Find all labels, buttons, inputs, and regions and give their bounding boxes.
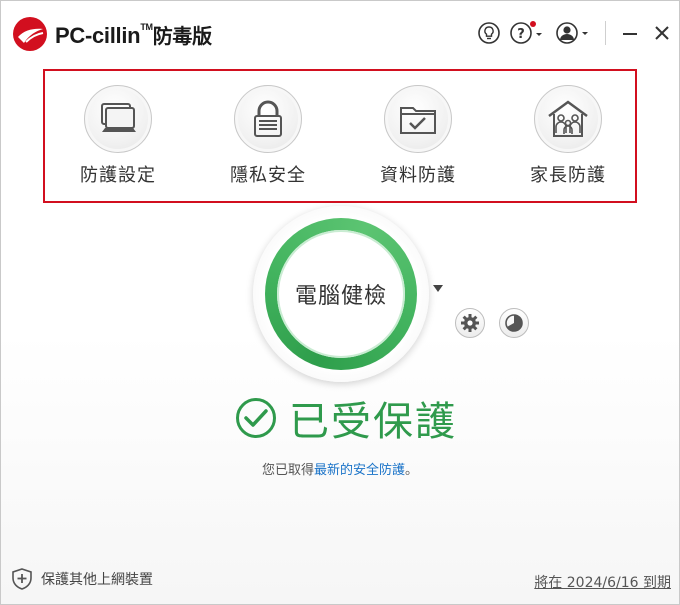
trademark-mark: TM [140, 22, 153, 32]
scan-label: 電腦健檢 [294, 284, 387, 309]
feature-label: 資料防護 [380, 165, 456, 186]
scan-options-dropdown-icon[interactable] [431, 281, 445, 295]
scan-settings-button[interactable] [455, 308, 485, 338]
feature-parental-controls[interactable]: 家長防護 [513, 85, 623, 195]
feature-protection-settings[interactable]: 防護設定 [63, 85, 173, 195]
gear-icon [461, 314, 479, 332]
folder-check-icon [400, 107, 436, 134]
minimize-icon [623, 33, 637, 35]
feature-data-protection[interactable]: 資料防護 [363, 85, 473, 195]
scan-button[interactable]: 電腦健檢 [277, 230, 405, 358]
scan-ring: 電腦健檢 [265, 218, 417, 370]
app-title: PC-cillinTM防毒版 [55, 20, 212, 49]
pie-chart-icon [505, 314, 523, 332]
help-icon: ? [510, 21, 542, 44]
titlebar-separator [605, 21, 606, 45]
status-title: 已受保護 [289, 399, 457, 445]
feature-label: 隱私安全 [230, 165, 306, 186]
lightbulb-icon [478, 22, 500, 44]
account-button[interactable] [555, 19, 593, 47]
scan-dial: 電腦健檢 [253, 206, 429, 382]
lock-icon [254, 100, 282, 137]
feature-panel: 防護設定 隱私安全 資料防護 家長防護 [43, 69, 637, 203]
help-button[interactable]: ? [509, 19, 545, 47]
protect-other-devices-label: 保護其他上網裝置 [41, 572, 153, 588]
tips-button[interactable] [477, 19, 501, 47]
app-edition: 防毒版 [152, 26, 212, 48]
subscription-expiry-link[interactable]: 將在 2024/6/16 到期 [534, 572, 671, 592]
check-circle-icon [236, 398, 276, 438]
family-house-icon [548, 100, 588, 137]
app-name-text: PC-cillin [55, 23, 141, 48]
latest-protection-link[interactable]: 最新的安全防護 [314, 463, 405, 478]
feature-privacy[interactable]: 隱私安全 [213, 85, 323, 195]
feature-icon-circle [234, 85, 302, 153]
trend-micro-logo [13, 17, 47, 51]
status-subtitle: 您已取得最新的安全防護。 [1, 459, 679, 478]
scan-report-button[interactable] [499, 308, 529, 338]
protection-status: 已受保護 [235, 393, 457, 445]
close-button[interactable] [651, 19, 673, 47]
feature-icon-circle [534, 85, 602, 153]
shield-plus-icon [12, 568, 32, 590]
account-icon [556, 22, 588, 44]
minimize-button[interactable] [619, 19, 641, 47]
title-bar: PC-cillinTM防毒版 ? [1, 1, 679, 63]
feature-icon-circle [384, 85, 452, 153]
app-window: PC-cillinTM防毒版 ? 防護設定 隱私安全 資料防護 家長防護 電腦健… [0, 0, 680, 605]
svg-text:?: ? [517, 27, 525, 42]
close-icon [655, 26, 669, 40]
status-subtitle-suffix: 。 [405, 463, 419, 478]
status-subtitle-prefix: 您已取得 [261, 463, 314, 478]
protect-other-devices-button[interactable]: 保護其他上網裝置 [11, 567, 153, 591]
feature-label: 防護設定 [80, 165, 156, 186]
feature-icon-circle [84, 85, 152, 153]
laptop-icon [101, 103, 136, 132]
feature-label: 家長防護 [530, 165, 606, 186]
